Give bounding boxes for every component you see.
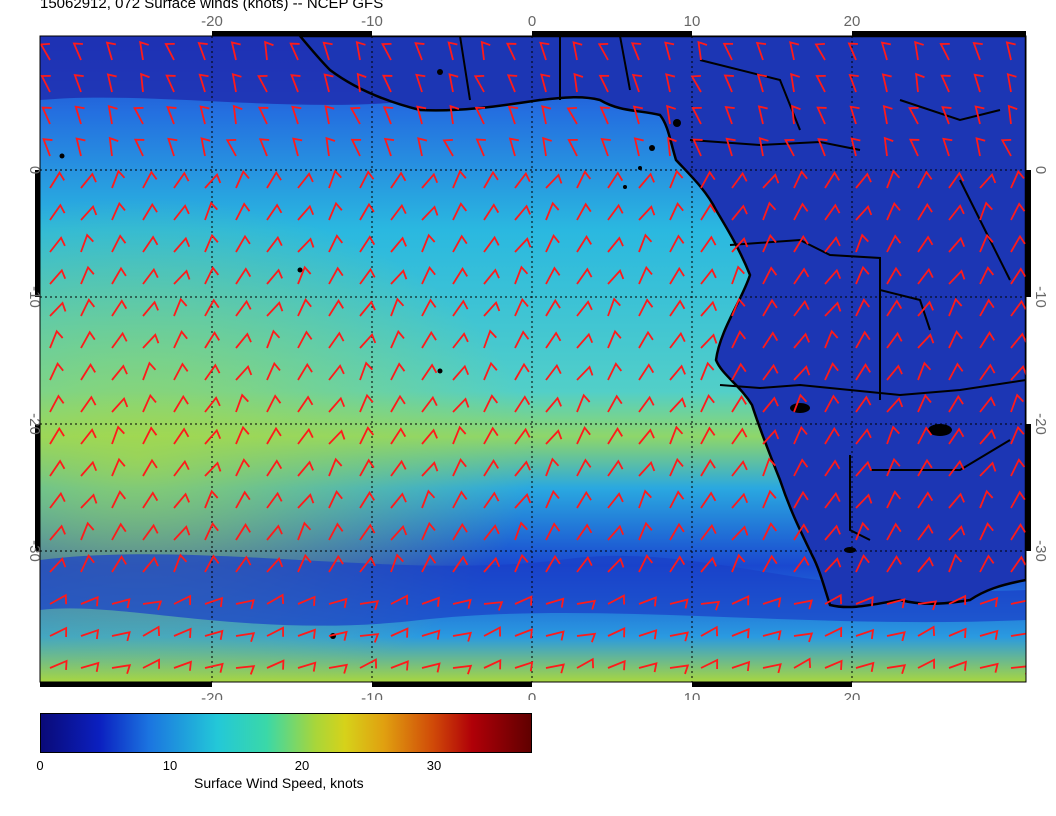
y-tick-label-left: -20 bbox=[26, 413, 43, 435]
colorbar-tick: 20 bbox=[294, 758, 310, 773]
y-tick-label-right: -20 bbox=[1032, 413, 1049, 435]
y-tick-label-left: 0 bbox=[26, 166, 43, 174]
colorbar bbox=[40, 713, 532, 753]
y-tick-label-right: 0 bbox=[1032, 166, 1049, 174]
x-tick-label-top: 20 bbox=[844, 13, 861, 30]
colorbar-tick: 30 bbox=[426, 758, 442, 773]
x-tick-label-top: -10 bbox=[361, 13, 383, 30]
x-tick-label-bottom: 0 bbox=[528, 690, 536, 700]
x-tick-label-top: 10 bbox=[684, 13, 701, 30]
x-tick-label-bottom: 10 bbox=[684, 690, 701, 700]
colorbar-gradient bbox=[40, 713, 532, 753]
wind-map[interactable]: -20 -20 -10 -10 0 0 10 10 20 20 0 0 -10 -10 -20 -20 -30 -… bbox=[0, 0, 1056, 700]
y-tick-label-left: -30 bbox=[26, 540, 43, 562]
y-tick-label-right: -30 bbox=[1032, 540, 1049, 562]
colorbar-tick: 10 bbox=[162, 758, 178, 773]
colorbar-label: Surface Wind Speed, knots bbox=[194, 775, 364, 791]
y-tick-label-left: -10 bbox=[26, 286, 43, 308]
x-tick-label-top: -20 bbox=[201, 13, 223, 30]
x-tick-label-bottom: -20 bbox=[201, 690, 223, 700]
y-tick-label-right: -10 bbox=[1032, 286, 1049, 308]
colorbar-tick: 0 bbox=[36, 758, 44, 773]
x-tick-label-bottom: 20 bbox=[844, 690, 861, 700]
x-tick-label-top: 0 bbox=[528, 13, 536, 30]
x-tick-label-bottom: -10 bbox=[361, 690, 383, 700]
